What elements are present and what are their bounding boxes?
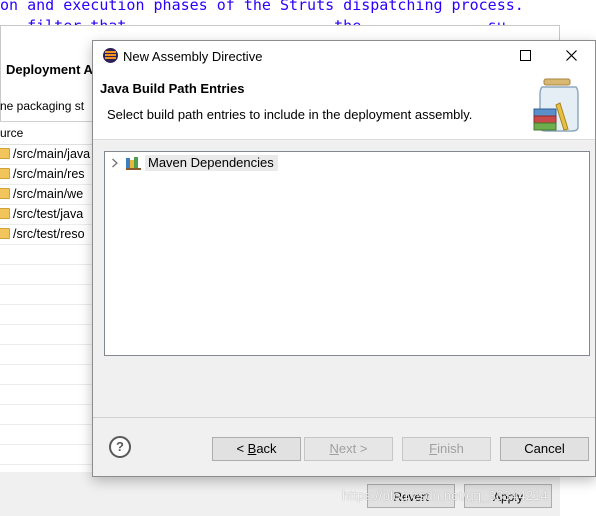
table-row: [0, 244, 100, 265]
close-icon: [566, 50, 577, 61]
build-path-entries-tree[interactable]: Maven Dependencies: [104, 151, 590, 356]
table-row[interactable]: /src/main/we: [0, 184, 100, 205]
watermark-text: https://blog.csdn.net/qq_38344214: [342, 488, 549, 503]
table-row[interactable]: /src/test/java: [0, 204, 100, 225]
editor-line: on and execution phases of the Struts di…: [0, 0, 524, 14]
folder-icon: [0, 188, 10, 200]
wizard-header: Java Build Path Entries Select build pat…: [93, 71, 595, 140]
table-row: [0, 404, 100, 425]
maximize-button[interactable]: [503, 41, 549, 71]
dialog-title: New Assembly Directive: [123, 49, 263, 64]
maximize-icon: [520, 50, 531, 61]
cancel-button[interactable]: Cancel: [500, 437, 589, 461]
folder-icon: [0, 148, 10, 160]
background-window-title: Deployment A: [6, 62, 93, 77]
table-row: [0, 444, 100, 465]
back-button[interactable]: < Back: [212, 437, 301, 461]
folder-icon: [0, 168, 10, 180]
help-button[interactable]: ?: [109, 436, 131, 458]
table-row: [0, 304, 100, 325]
folder-icon: [0, 228, 10, 240]
library-icon: [126, 157, 141, 170]
table-row[interactable]: /src/main/java: [0, 144, 100, 165]
next-button[interactable]: Next >: [304, 437, 393, 461]
finish-button[interactable]: Finish: [402, 437, 491, 461]
close-button[interactable]: [549, 41, 595, 71]
new-assembly-directive-dialog: New Assembly Directive Java Build Path E…: [92, 40, 596, 477]
table-row: [0, 384, 100, 405]
table-row: [0, 284, 100, 305]
background-subtitle: ne packaging st: [0, 99, 85, 113]
button-bar-separator: [93, 417, 595, 418]
folder-icon: [0, 208, 10, 220]
table-row: [0, 324, 100, 345]
eclipse-icon: [103, 48, 118, 63]
table-row: [0, 424, 100, 445]
column-header-source[interactable]: urce: [0, 122, 100, 145]
chevron-right-icon[interactable]: [111, 158, 119, 168]
table-row: [0, 364, 100, 385]
wizard-page-description: Select build path entries to include in …: [107, 107, 473, 122]
jar-banner-icon: [533, 78, 579, 132]
tree-item-label: Maven Dependencies: [145, 155, 278, 171]
dialog-titlebar[interactable]: New Assembly Directive: [93, 41, 595, 71]
table-row: [0, 264, 100, 285]
table-row[interactable]: /src/test/reso: [0, 224, 100, 245]
wizard-page-title: Java Build Path Entries: [100, 81, 245, 96]
background-assembly-table: urce /src/main/java /src/main/res /src/m…: [0, 121, 100, 472]
table-row[interactable]: /src/main/res: [0, 164, 100, 185]
table-row: [0, 344, 100, 365]
